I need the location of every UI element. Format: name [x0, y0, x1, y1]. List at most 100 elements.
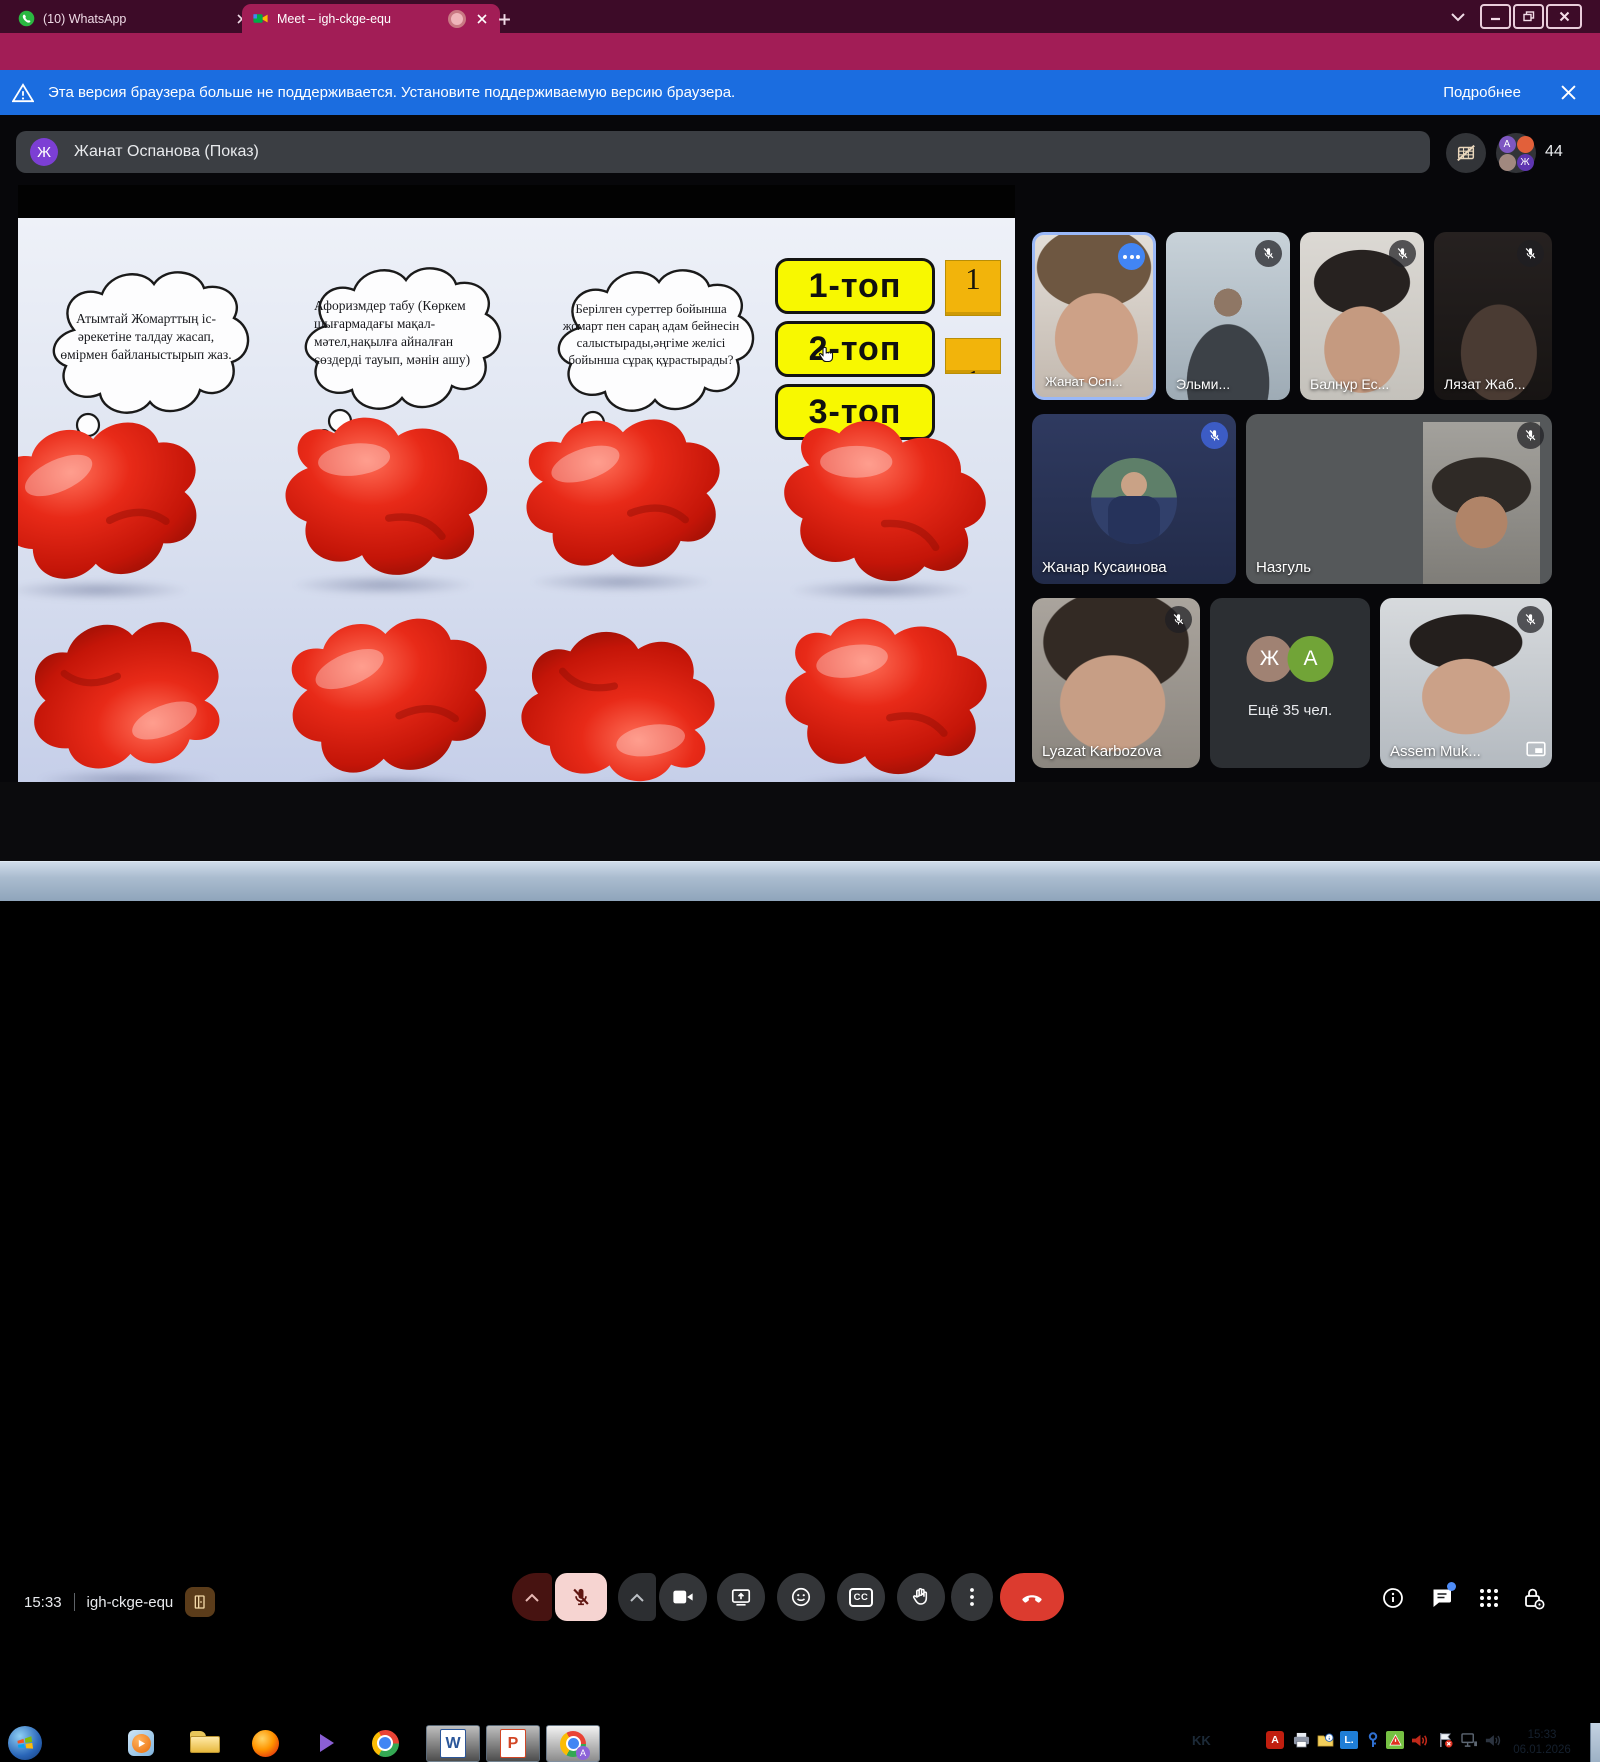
overflow-avatar: Ж — [1247, 636, 1293, 682]
mic-toggle-button-muted[interactable] — [555, 1573, 607, 1621]
avatar-face — [1121, 472, 1147, 498]
banner-message: Эта версия браузера больше не поддержива… — [48, 84, 735, 101]
browser-tab-strip: (10) WhatsApp Meet – igh-ckge-equ — [0, 0, 1600, 33]
tab-whatsapp[interactable]: (10) WhatsApp — [8, 4, 260, 33]
lingvo-tray-icon[interactable]: L. — [1340, 1731, 1358, 1749]
overflow-label: Ещё 35 чел. — [1210, 702, 1370, 719]
mini-avatar — [1517, 136, 1534, 153]
mic-off-icon — [1201, 422, 1228, 449]
mic-options-chevron[interactable] — [512, 1573, 552, 1621]
powerpoint-icon: P — [500, 1729, 526, 1758]
mini-avatar — [1499, 154, 1516, 171]
present-screen-button[interactable] — [717, 1573, 765, 1621]
tile-name: Assem Muk... — [1390, 743, 1481, 760]
start-button[interactable] — [8, 1726, 42, 1760]
meeting-info: 15:33 igh-ckge-equ — [24, 1587, 215, 1617]
antivirus-tray-icon[interactable] — [1386, 1731, 1404, 1749]
volume-tray-icon[interactable] — [1484, 1731, 1502, 1749]
language-indicator[interactable]: KK — [1192, 1733, 1211, 1748]
presenter-avatar: Ж — [30, 138, 58, 166]
tile-name: Балнур Ес... — [1310, 376, 1389, 392]
browser-deprecation-banner: Эта версия браузера больше не поддержива… — [0, 70, 1600, 115]
meeting-clock: 15:33 — [24, 1594, 62, 1611]
participants-cluster[interactable]: A Ж — [1496, 133, 1536, 173]
activities-grid-icon[interactable] — [1476, 1585, 1502, 1611]
group-button-1: 1-топ — [775, 258, 935, 314]
video-tile-zhanat[interactable]: Жанат Осп... — [1032, 232, 1156, 400]
banner-details-link[interactable]: Подробнее — [1443, 84, 1521, 101]
overflow-tile[interactable]: Ж A Ещё 35 чел. — [1210, 598, 1370, 768]
window-maximize-button[interactable] — [1513, 4, 1544, 29]
host-controls-lock-icon[interactable] — [1520, 1585, 1546, 1611]
asyk-shape — [496, 620, 746, 782]
mic-off-icon — [1517, 240, 1544, 267]
tab-meet[interactable]: Meet – igh-ckge-equ — [242, 4, 500, 33]
windows-taskbar: e W P A KK A — [0, 861, 1600, 901]
chat-icon[interactable] — [1428, 1585, 1454, 1611]
info-folder-tray-icon[interactable] — [1316, 1731, 1334, 1749]
presenter-cursor — [816, 344, 836, 371]
raise-hand-button[interactable] — [897, 1573, 945, 1621]
cloud-text: Атымтай Жомарттың іс-әрекетіне талдау жа… — [56, 278, 236, 396]
tab-recording-indicator — [448, 10, 466, 28]
action-center-flag-icon[interactable] — [1436, 1731, 1454, 1749]
taskbar-chrome-button-active[interactable]: A — [546, 1725, 600, 1762]
acrobat-tray-icon[interactable]: A — [1266, 1731, 1284, 1749]
cloud-text: Берілген суреттер бойынша жомарт пен сар… — [561, 276, 741, 394]
cloud-text: Афоризмдер табу (Көркем шығармадағы мақа… — [308, 274, 488, 392]
window-minimize-button[interactable] — [1480, 4, 1511, 29]
window-close-button[interactable] — [1546, 4, 1582, 29]
avatar-body — [1108, 496, 1160, 544]
firefox-icon[interactable] — [250, 1728, 280, 1758]
divider — [74, 1593, 75, 1611]
show-desktop-button[interactable] — [1590, 1723, 1600, 1762]
video-tile-zhanar[interactable]: Жанар Кусаинова — [1032, 414, 1236, 584]
tab-title: (10) WhatsApp — [43, 12, 226, 26]
tab-search-chevron-icon[interactable] — [1448, 8, 1468, 26]
tab-close-icon[interactable] — [474, 11, 490, 27]
more-options-button[interactable] — [951, 1573, 993, 1621]
chrome-icon[interactable] — [370, 1728, 400, 1758]
chat-notification-dot — [1447, 1582, 1456, 1591]
kmplayer-icon[interactable] — [312, 1728, 342, 1758]
tile-name: Лязат Жаб... — [1444, 376, 1526, 392]
meeting-details-icon[interactable] — [1380, 1585, 1406, 1611]
chrome-profile-badge: A — [576, 1746, 590, 1760]
mini-avatar: Ж — [1517, 154, 1534, 171]
internet-explorer-icon[interactable]: e — [66, 1728, 96, 1758]
video-tile-nazgul[interactable]: Назгуль — [1246, 414, 1552, 584]
clock-time: 15:33 — [1508, 1728, 1576, 1743]
printer-tray-icon[interactable] — [1292, 1731, 1310, 1749]
camera-options-chevron[interactable] — [618, 1573, 656, 1621]
breakout-room-icon[interactable] — [185, 1587, 215, 1617]
banner-close-icon[interactable] — [1561, 85, 1576, 100]
taskbar-word-button[interactable]: W — [426, 1725, 480, 1762]
media-player-icon[interactable] — [126, 1728, 156, 1758]
new-tab-button[interactable] — [492, 7, 516, 31]
layout-off-button[interactable] — [1446, 133, 1486, 173]
audio-app-tray-icon[interactable] — [1410, 1731, 1428, 1749]
taskbar-clock[interactable]: 15:33 06.01.2026 — [1508, 1728, 1576, 1758]
video-tile-lyazat-zh[interactable]: Лязат Жаб... — [1434, 232, 1552, 400]
tile-name: Жанат Осп... — [1045, 374, 1123, 389]
video-tile-balnur[interactable]: Балнур Ес... — [1300, 232, 1424, 400]
meet-control-bar: 15:33 igh-ckge-equ CC — [0, 782, 1600, 861]
end-call-button[interactable] — [1000, 1573, 1064, 1621]
key-tray-icon[interactable] — [1364, 1731, 1382, 1749]
taskbar-powerpoint-button[interactable]: P — [486, 1725, 540, 1762]
file-explorer-icon[interactable] — [190, 1731, 220, 1761]
chrome-icon: A — [560, 1731, 586, 1757]
warning-icon — [12, 83, 34, 103]
asyk-shape — [496, 410, 746, 595]
video-tile-assem[interactable]: Assem Muk... — [1380, 598, 1552, 768]
screen: (10) WhatsApp Meet – igh-ckge-equ — [0, 0, 1600, 900]
reactions-button[interactable] — [777, 1573, 825, 1621]
camera-toggle-button[interactable] — [659, 1573, 707, 1621]
video-tile-elmira[interactable]: Эльми... — [1166, 232, 1290, 400]
network-tray-icon[interactable] — [1460, 1731, 1478, 1749]
group-button-2: 2-топ — [775, 321, 935, 377]
video-tile-lyazat-k[interactable]: Lyazat Karbozova — [1032, 598, 1200, 768]
pip-icon[interactable] — [1526, 741, 1546, 762]
captions-button[interactable]: CC — [837, 1573, 885, 1621]
presentation-header-bar[interactable]: Ж Жанат Оспанова (Показ) — [16, 131, 1430, 173]
